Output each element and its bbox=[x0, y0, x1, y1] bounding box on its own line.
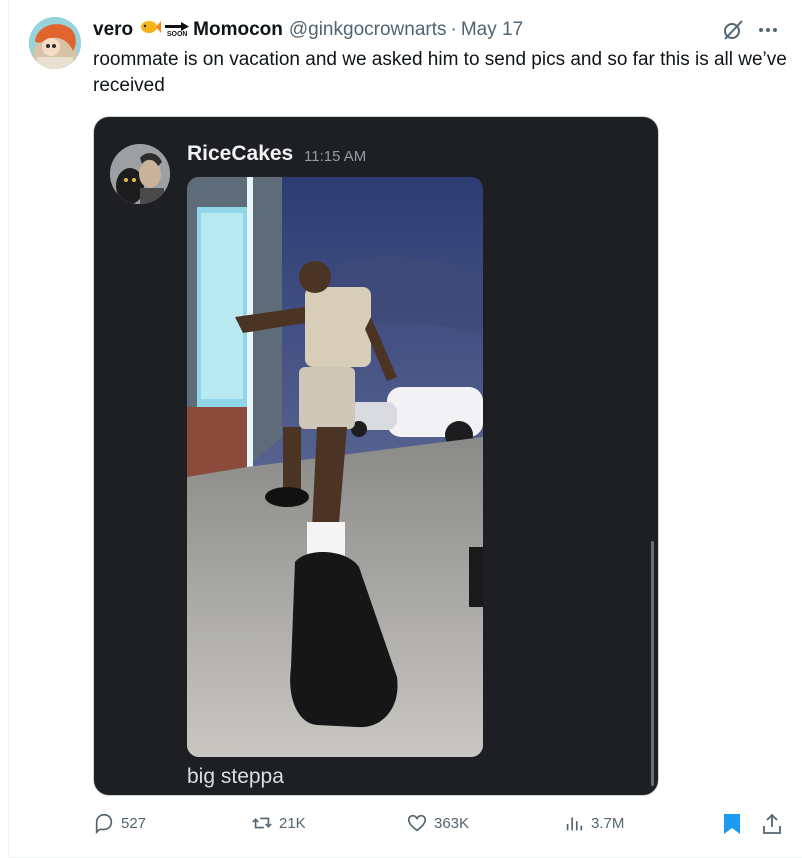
views-button[interactable]: 3.7M bbox=[563, 812, 624, 834]
reply-button[interactable]: 527 bbox=[93, 812, 146, 834]
tweet-media-image[interactable]: RiceCakes 11:15 AM big steppa bbox=[93, 116, 659, 796]
tweet-header: vero SOON Momocon @ginkgocrownarts · May… bbox=[93, 16, 523, 44]
tweet-date[interactable]: May 17 bbox=[461, 19, 523, 41]
bookmark-icon bbox=[724, 814, 740, 834]
heart-icon bbox=[407, 814, 427, 832]
tweet-action-bar: 527 21K 363K 3.7M bbox=[93, 812, 793, 842]
header-separator: · bbox=[450, 19, 457, 40]
share-button[interactable] bbox=[761, 812, 783, 836]
author-avatar[interactable] bbox=[29, 17, 81, 69]
grok-icon[interactable] bbox=[721, 18, 745, 42]
author-handle[interactable]: @ginkgocrownarts bbox=[289, 19, 447, 41]
soon-arrow-icon: SOON bbox=[163, 21, 191, 39]
discord-username: RiceCakes bbox=[187, 142, 294, 165]
scrollbar-thumb bbox=[651, 541, 654, 786]
discord-timestamp: 11:15 AM bbox=[304, 148, 367, 165]
discord-user-avatar bbox=[110, 144, 170, 204]
more-icon[interactable] bbox=[756, 20, 780, 40]
discord-caption: big steppa bbox=[187, 765, 284, 788]
bookmark-button[interactable] bbox=[721, 812, 743, 836]
tweet-text: roommate is on vacation and we asked him… bbox=[93, 49, 787, 96]
reply-icon bbox=[95, 813, 113, 834]
discord-attached-photo bbox=[187, 177, 483, 757]
views-icon bbox=[566, 817, 583, 831]
retweet-button[interactable]: 21K bbox=[251, 812, 306, 834]
author-display-name[interactable]: vero bbox=[93, 19, 133, 41]
reply-count: 527 bbox=[121, 814, 147, 832]
retweet-count: 21K bbox=[279, 814, 306, 832]
author-display-name-suffix[interactable]: Momocon bbox=[193, 19, 283, 41]
fish-emoji-icon bbox=[139, 18, 162, 42]
like-count: 363K bbox=[434, 814, 470, 832]
like-button[interactable]: 363K bbox=[406, 812, 469, 834]
share-icon bbox=[763, 813, 781, 834]
view-count: 3.7M bbox=[591, 814, 625, 832]
tweet[interactable]: vero SOON Momocon @ginkgocrownarts · May… bbox=[0, 0, 802, 858]
retweet-icon bbox=[252, 817, 272, 829]
soon-label: SOON bbox=[166, 30, 188, 38]
left-divider bbox=[8, 0, 9, 858]
